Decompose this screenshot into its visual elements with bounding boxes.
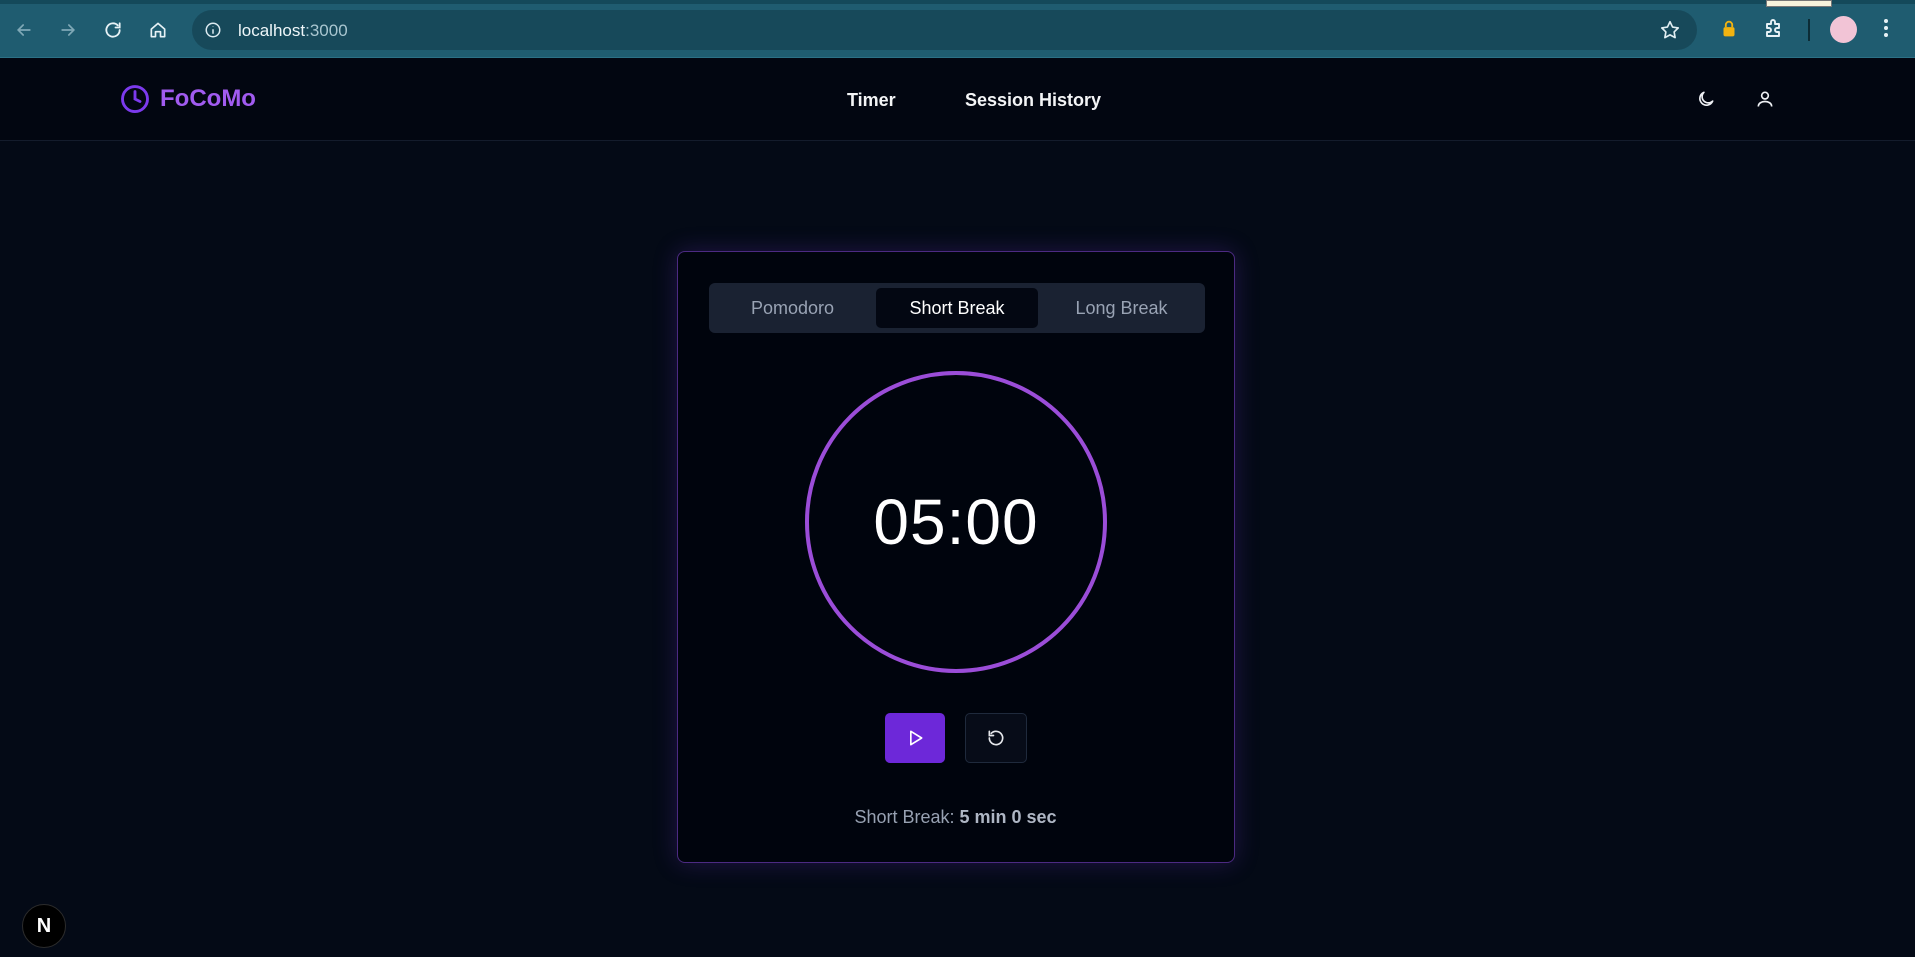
reset-button[interactable] [965, 713, 1027, 763]
arrow-left-icon [16, 24, 31, 36]
home-icon [150, 22, 166, 38]
back-button[interactable] [9, 15, 39, 45]
app-logo[interactable]: FoCoMo [120, 84, 256, 114]
user-icon [1757, 91, 1773, 107]
browser-toolbar: localhost:3000 [0, 0, 1915, 58]
url-text[interactable]: localhost:3000 [238, 21, 348, 41]
timer-card: Pomodoro Short Break Long Break 05:00 Sh… [677, 251, 1235, 863]
address-bar[interactable]: localhost:3000 [192, 10, 1697, 50]
clock-icon [121, 85, 149, 113]
tab-short-break[interactable]: Short Break [876, 288, 1038, 328]
session-status: Short Break: 5 min 0 sec [678, 807, 1233, 828]
tab-long-break[interactable]: Long Break [1043, 288, 1200, 328]
extension-lock-icon[interactable] [1718, 18, 1740, 40]
app-header: FoCoMo Timer Session History [0, 58, 1915, 141]
reload-icon [105, 22, 121, 38]
user-account-button[interactable] [1752, 86, 1778, 112]
timer-mode-tabs: Pomodoro Short Break Long Break [709, 283, 1205, 333]
url-port: :3000 [305, 21, 348, 40]
nav-timer[interactable]: Timer [847, 90, 896, 111]
play-button[interactable] [885, 713, 945, 763]
play-icon [910, 730, 923, 746]
timer-display: 05:00 [873, 486, 1039, 558]
browser-tab-strip [0, 0, 1915, 4]
status-value: 5 min 0 sec [959, 807, 1057, 827]
extensions-puzzle-icon[interactable] [1762, 16, 1786, 45]
toolbar-divider [1808, 19, 1810, 41]
nextjs-dev-badge[interactable]: N [22, 904, 66, 948]
rotate-ccw-icon [988, 730, 1004, 746]
theme-toggle-button[interactable] [1693, 86, 1719, 112]
forward-button[interactable] [53, 15, 83, 45]
site-info-icon[interactable] [202, 19, 224, 41]
bookmark-star-icon[interactable] [1659, 19, 1681, 46]
nav-session-history[interactable]: Session History [965, 90, 1101, 111]
logo-text: FoCoMo [160, 85, 256, 112]
browser-menu-icon[interactable] [1874, 16, 1898, 45]
reload-button[interactable] [98, 15, 128, 45]
status-label: Short Break: [854, 807, 955, 827]
moon-icon [1699, 91, 1714, 106]
home-button[interactable] [143, 15, 173, 45]
tab-pomodoro[interactable]: Pomodoro [714, 288, 871, 328]
profile-avatar[interactable] [1830, 16, 1857, 43]
tooltip-fragment [1766, 0, 1832, 7]
arrow-right-icon [61, 24, 76, 36]
url-host: localhost [238, 21, 306, 40]
